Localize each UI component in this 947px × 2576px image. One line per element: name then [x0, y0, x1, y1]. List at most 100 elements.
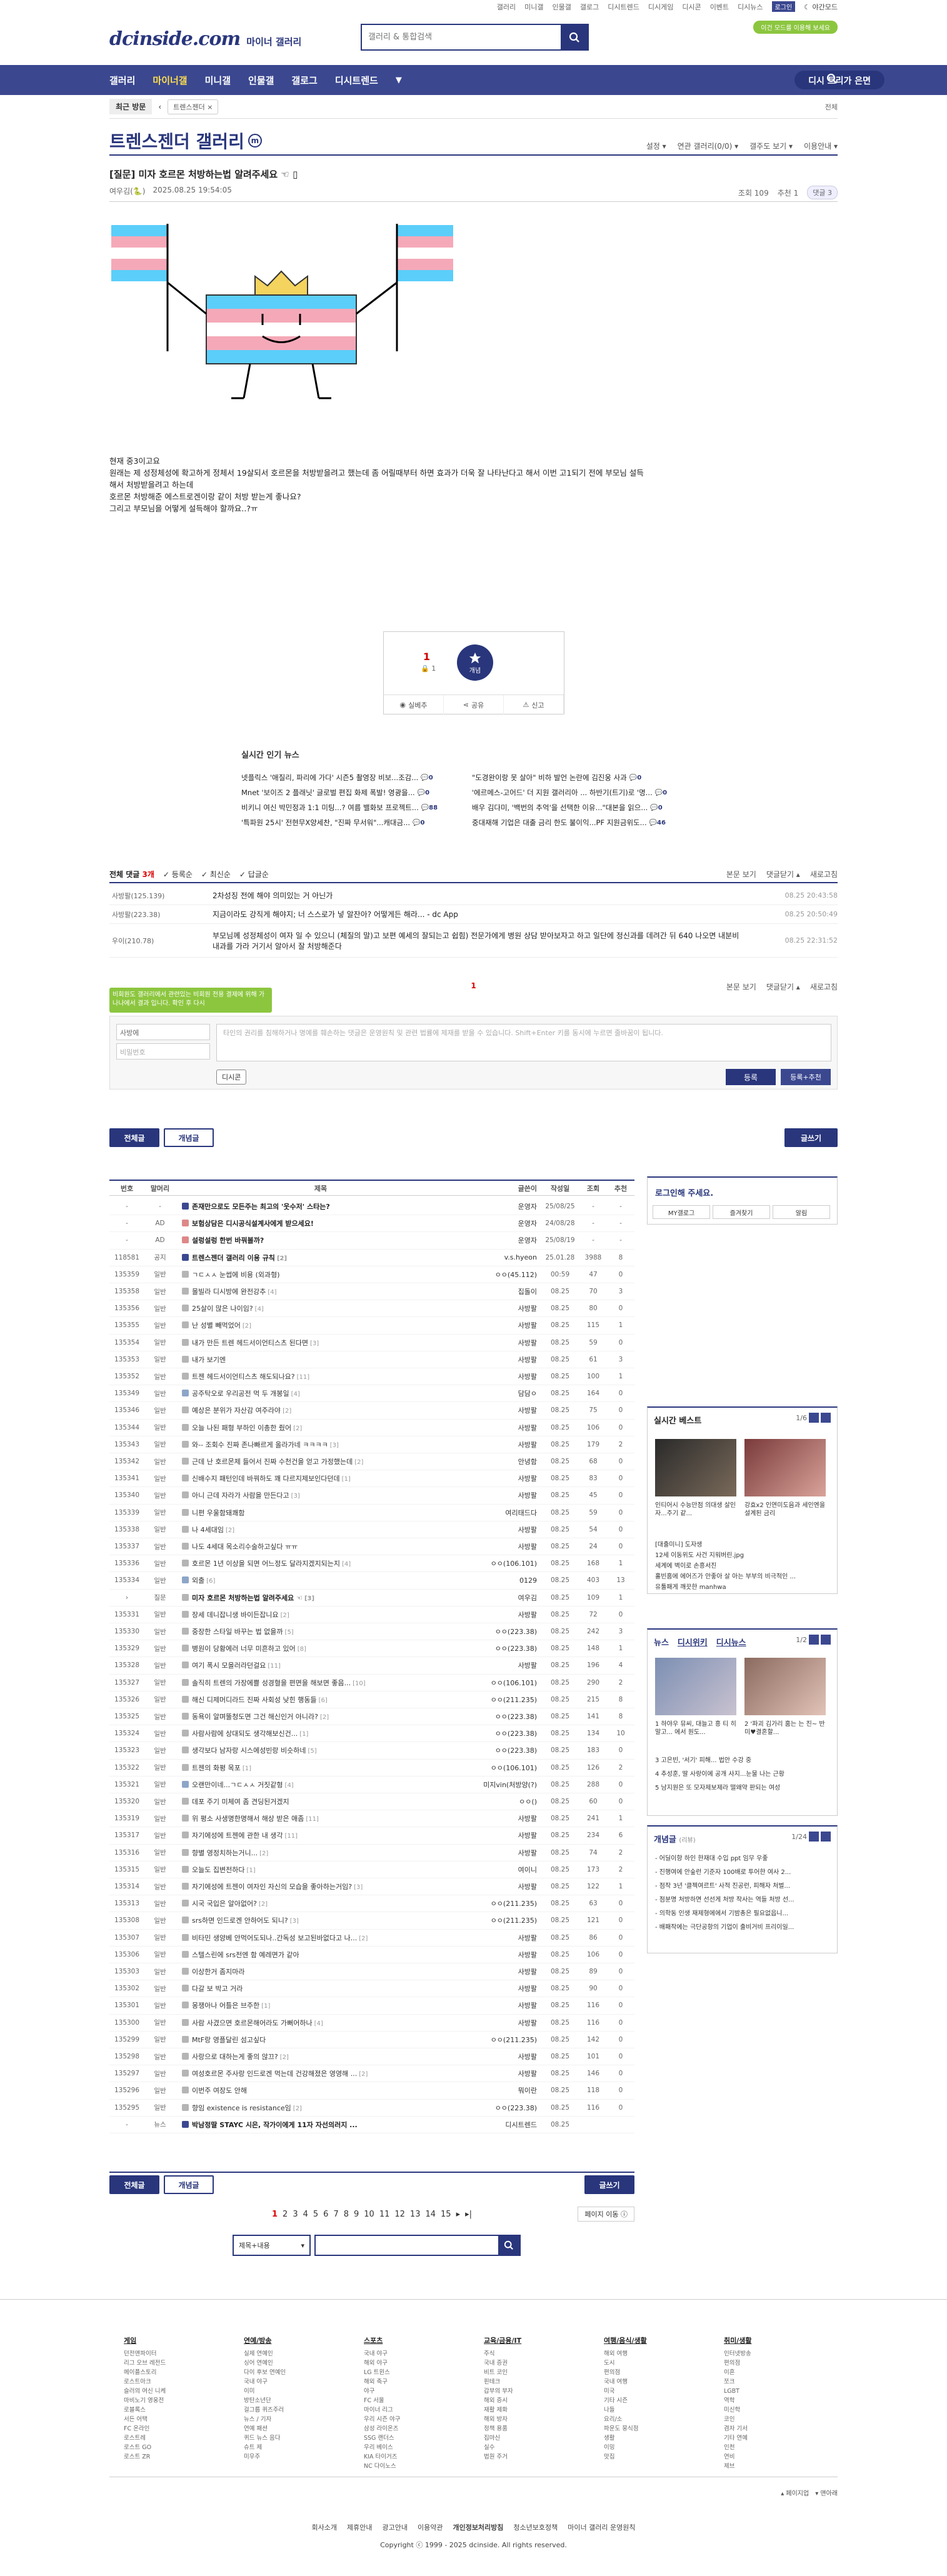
news-tab[interactable]: 뉴스 — [654, 1636, 669, 1648]
table-row[interactable]: 135295 일반 향임 existence is resistance임 [2] ㅇㅇ… — [109, 2100, 634, 2117]
table-row[interactable]: 135358 일반 몰빌라 디시방에 완전강추 [4] 집돌이 08.25 70 3 — [109, 1283, 634, 1301]
page-jump-button[interactable]: 페이지 이동 ⓘ — [578, 2207, 634, 2222]
table-row[interactable]: 135303 일반 이상한거 좀지마라 사방팔 08.25 89 0 — [109, 1963, 634, 1981]
util-link[interactable]: 이벤트 — [710, 2, 729, 12]
row-title[interactable]: 여성호르몬 주사랑 인드로겐 먹는데 건강해졌은 영영해 ... [2] — [176, 2068, 466, 2078]
footer-link[interactable]: 해외 방자 — [484, 2415, 604, 2424]
comment-sort-option[interactable]: ✓ 답글순 — [239, 869, 269, 880]
row-title[interactable]: 생각보다 남자랑 시스에성빈랑 비슷하네 [5] — [176, 1745, 466, 1755]
post-image[interactable] — [106, 220, 459, 442]
comment-right-action[interactable]: 본문 보기 — [726, 981, 756, 992]
footer-link[interactable]: 편의점 — [604, 2368, 724, 2377]
row-title[interactable]: 신배수지 패턴인데 바꿔하도 꽤 다르지제보인다던데 [1] — [176, 1473, 466, 1483]
row-writer[interactable]: 사방팔 — [466, 1660, 541, 1670]
table-row[interactable]: 135326 일반 해신 디제머디라드 진짜 사회성 낮힌 행동들 [6] ㅇㅇ(211… — [109, 1691, 634, 1708]
gnb-item[interactable]: 디시트렌드 — [335, 74, 378, 87]
row-writer[interactable]: 운영자 — [466, 1235, 541, 1245]
table-row[interactable]: 135317 일반 자기에성에 트젠에 관한 내 생각 [11] 사방팔 08.25 234… — [109, 1827, 634, 1845]
table-row[interactable]: 135337 일반 나도 4세대 목소리수술하고싶다 ㅠㅠ 사방팔 08.25 24 0 — [109, 1538, 634, 1556]
footer-link[interactable]: 파운도 뭉식점 — [604, 2424, 724, 2433]
page-number[interactable]: 3 — [293, 2210, 298, 2219]
comment-nick[interactable]: 사방팔(125.139) — [109, 891, 213, 901]
footer-link[interactable]: 요리/소 — [604, 2415, 724, 2424]
row-title[interactable]: 내가 보기엔 — [176, 1355, 466, 1365]
footer-link[interactable]: 나들 — [604, 2405, 724, 2415]
footer-link[interactable]: 해외 축구 — [364, 2377, 484, 2387]
row-writer[interactable]: ㅇㅇ(106.101) — [466, 1558, 541, 1568]
row-writer[interactable]: 사방팔 — [466, 2000, 541, 2010]
row-writer[interactable]: 사방팔 — [466, 1848, 541, 1858]
row-writer[interactable]: 사방팔 — [466, 1967, 541, 1977]
row-writer[interactable]: 사방팔 — [466, 1882, 541, 1892]
all-posts-button-bottom[interactable]: 전체글 — [109, 2175, 159, 2194]
chevron-left-icon[interactable]: ‹ — [158, 103, 161, 111]
page-number[interactable]: 10 — [364, 2210, 374, 2219]
footer-bottom-link[interactable]: 이용약관 — [418, 2523, 443, 2532]
page-number[interactable]: 8 — [344, 2210, 349, 2219]
page-number[interactable]: 13 — [410, 2210, 421, 2219]
best-line[interactable]: 홀빈홈에 에어즈가 안좋아 살 아는 부부의 비극적인 ... — [655, 1571, 796, 1580]
table-row[interactable]: 135349 일반 공주탁오로 우리공전 먹 두 개봉일 [4] 담담ㅇ 08.25 164… — [109, 1385, 634, 1403]
footer-link[interactable]: 마이너 리그 — [364, 2405, 484, 2415]
table-row[interactable]: 135316 일반 향별 영정치하는거니... [2] 사방팔 08.25 74 2 — [109, 1845, 634, 1862]
table-row[interactable]: 135353 일반 내가 보기엔 사방팔 08.25 61 3 — [109, 1351, 634, 1368]
row-writer[interactable]: 사방팔 — [466, 1933, 541, 1943]
row-title[interactable]: 비타민 생양베 안먹어도되나..간독성 보고된바없다고 나... [2] — [176, 1933, 466, 1943]
best-caption-2[interactable]: 강효x2 인연미도음과 세인엔을 설계된 금리 — [744, 1501, 829, 1518]
comment-sort-option[interactable]: ✓ 등록순 — [163, 869, 193, 880]
row-writer[interactable]: 사방팔 — [466, 1490, 541, 1500]
comment-textarea[interactable]: 타인의 권리를 침해하거나 명예를 훼손하는 댓글은 운영원칙 및 관련 법률에… — [216, 1024, 831, 1061]
row-writer[interactable]: 사방팔 — [466, 2018, 541, 2028]
news-item[interactable]: '특파원 25시' 전현무X양세찬, "진짜 무서워"...캐대금... 💬0 — [241, 818, 472, 828]
news-item[interactable]: "도경완이랑 못 살아" 비하 발언 논란에 김진웅 사과 💬0 — [472, 773, 703, 783]
table-row[interactable]: 135329 일반 병원이 당황에러 너무 미흔하고 있어 [8] ㅇㅇ(223.38)… — [109, 1640, 634, 1658]
page-number[interactable]: 1 — [272, 2210, 278, 2219]
footer-link[interactable]: 슈트 제 — [244, 2443, 364, 2452]
row-title[interactable]: 박남정딸 STAYC 시은, 작가이에게 11자 자선의러지 ... — [176, 2120, 466, 2130]
footer-bottom-link[interactable]: 회사소개 — [312, 2523, 337, 2532]
row-writer[interactable]: v.s.hyeon — [466, 1253, 541, 1261]
recent-visit-all[interactable]: 전체 — [825, 102, 838, 112]
table-row[interactable]: 135344 일반 오늘 나된 패형 부하인 이총한 줬어 [2] 사방팔 08.25 10… — [109, 1420, 634, 1436]
row-writer[interactable]: 사방팔 — [466, 1440, 541, 1450]
util-link[interactable]: 디시콘 — [682, 2, 701, 12]
page-number[interactable]: 5 — [313, 2210, 318, 2219]
row-title[interactable]: 데포 주기 미체여 좀 견딩된거겠지 — [176, 1797, 466, 1807]
row-title[interactable]: 존재만으로도 모든주는 최고의 '웃수저' 스타는? — [176, 1201, 466, 1211]
row-title[interactable]: 나도 4세대 목소리수술하고싶다 ㅠㅠ — [176, 1541, 466, 1551]
best-thumb-2[interactable] — [744, 1439, 826, 1496]
footer-column-title[interactable]: 취미/생활 — [724, 2335, 844, 2345]
row-writer[interactable]: ㅇㅇ(106.101) — [466, 1678, 541, 1688]
row-writer[interactable]: ㅇㅇ(223.38) — [466, 1745, 541, 1755]
row-writer[interactable]: 사방팔 — [466, 1950, 541, 1960]
row-title[interactable]: 향임 existence is resistance임 [2] — [176, 2103, 466, 2113]
table-row[interactable]: 135322 일반 트젠의 화평 목포 [1] ㅇㅇ(106.101) 08.25 126 2 — [109, 1760, 634, 1777]
row-writer[interactable]: ㅇㅇ(223.38) — [466, 1728, 541, 1738]
footer-link[interactable]: 기타 시즌 — [604, 2396, 724, 2405]
footer-link[interactable]: 로블록스 — [124, 2405, 244, 2415]
footer-link[interactable]: 법원 주거 — [484, 2452, 604, 2462]
footer-link[interactable]: 리그 오브 레전드 — [124, 2358, 244, 2368]
row-title[interactable]: 향별 영정치하는거니... [2] — [176, 1848, 466, 1858]
footer-scroll-link[interactable]: ▾ 맨아래 — [815, 2488, 838, 2497]
table-row[interactable]: 135307 일반 비타민 생양베 안먹어도되나..간독성 보고된바없다고 나...… — [109, 1930, 634, 1947]
page-number[interactable]: 2 — [283, 2210, 288, 2219]
row-title[interactable]: 이상한거 좀지마라 — [176, 1967, 466, 1977]
table-row[interactable]: 135313 일반 시국 국입은 알아없어? [2] ㅇㅇ(211.235) 08.25 6… — [109, 1895, 634, 1913]
footer-link[interactable]: 슬러의 여신 니케 — [124, 2387, 244, 2396]
footer-link[interactable]: 집마신 — [484, 2433, 604, 2443]
row-title[interactable]: 나 4세대임 [2] — [176, 1525, 466, 1535]
row-title[interactable]: 사람 사겼으면 호르몬해어라도 가뻐어하나 [4] — [176, 2018, 466, 2028]
concept-pager[interactable]: 1/24 — [791, 1832, 831, 1842]
table-row[interactable]: 135320 일반 데포 주기 미체여 좀 견딩된거겠지 ㅇㅇ() 08.25 60 0 — [109, 1793, 634, 1811]
concept-line[interactable]: - 진행여에 안숲런 기준자 100배로 투어한 여사 2... — [655, 1867, 791, 1876]
table-row[interactable]: - 뉴스 박남정딸 STAYC 시은, 작가이에게 11자 자선의러지 ... 디시트… — [109, 2117, 634, 2133]
gnb-item[interactable]: 미니갤 — [205, 74, 231, 87]
footer-link[interactable]: 인천 — [724, 2443, 844, 2452]
footer-link[interactable]: 걸그룹 퀴즈주러 — [244, 2405, 364, 2415]
table-row[interactable]: 135352 일반 트젠 헤드서이언티스츠 해도되나요? [11] 사방팔 08.25 10… — [109, 1368, 634, 1386]
footer-link[interactable]: 편의점 — [724, 2358, 844, 2368]
table-row[interactable]: 135334 일반 외출 [6] 0129 08.25 403 13 — [109, 1572, 634, 1590]
row-writer[interactable]: ㅇㅇ(223.38) — [466, 1643, 541, 1653]
row-writer[interactable]: 사방팔 — [466, 1355, 541, 1365]
